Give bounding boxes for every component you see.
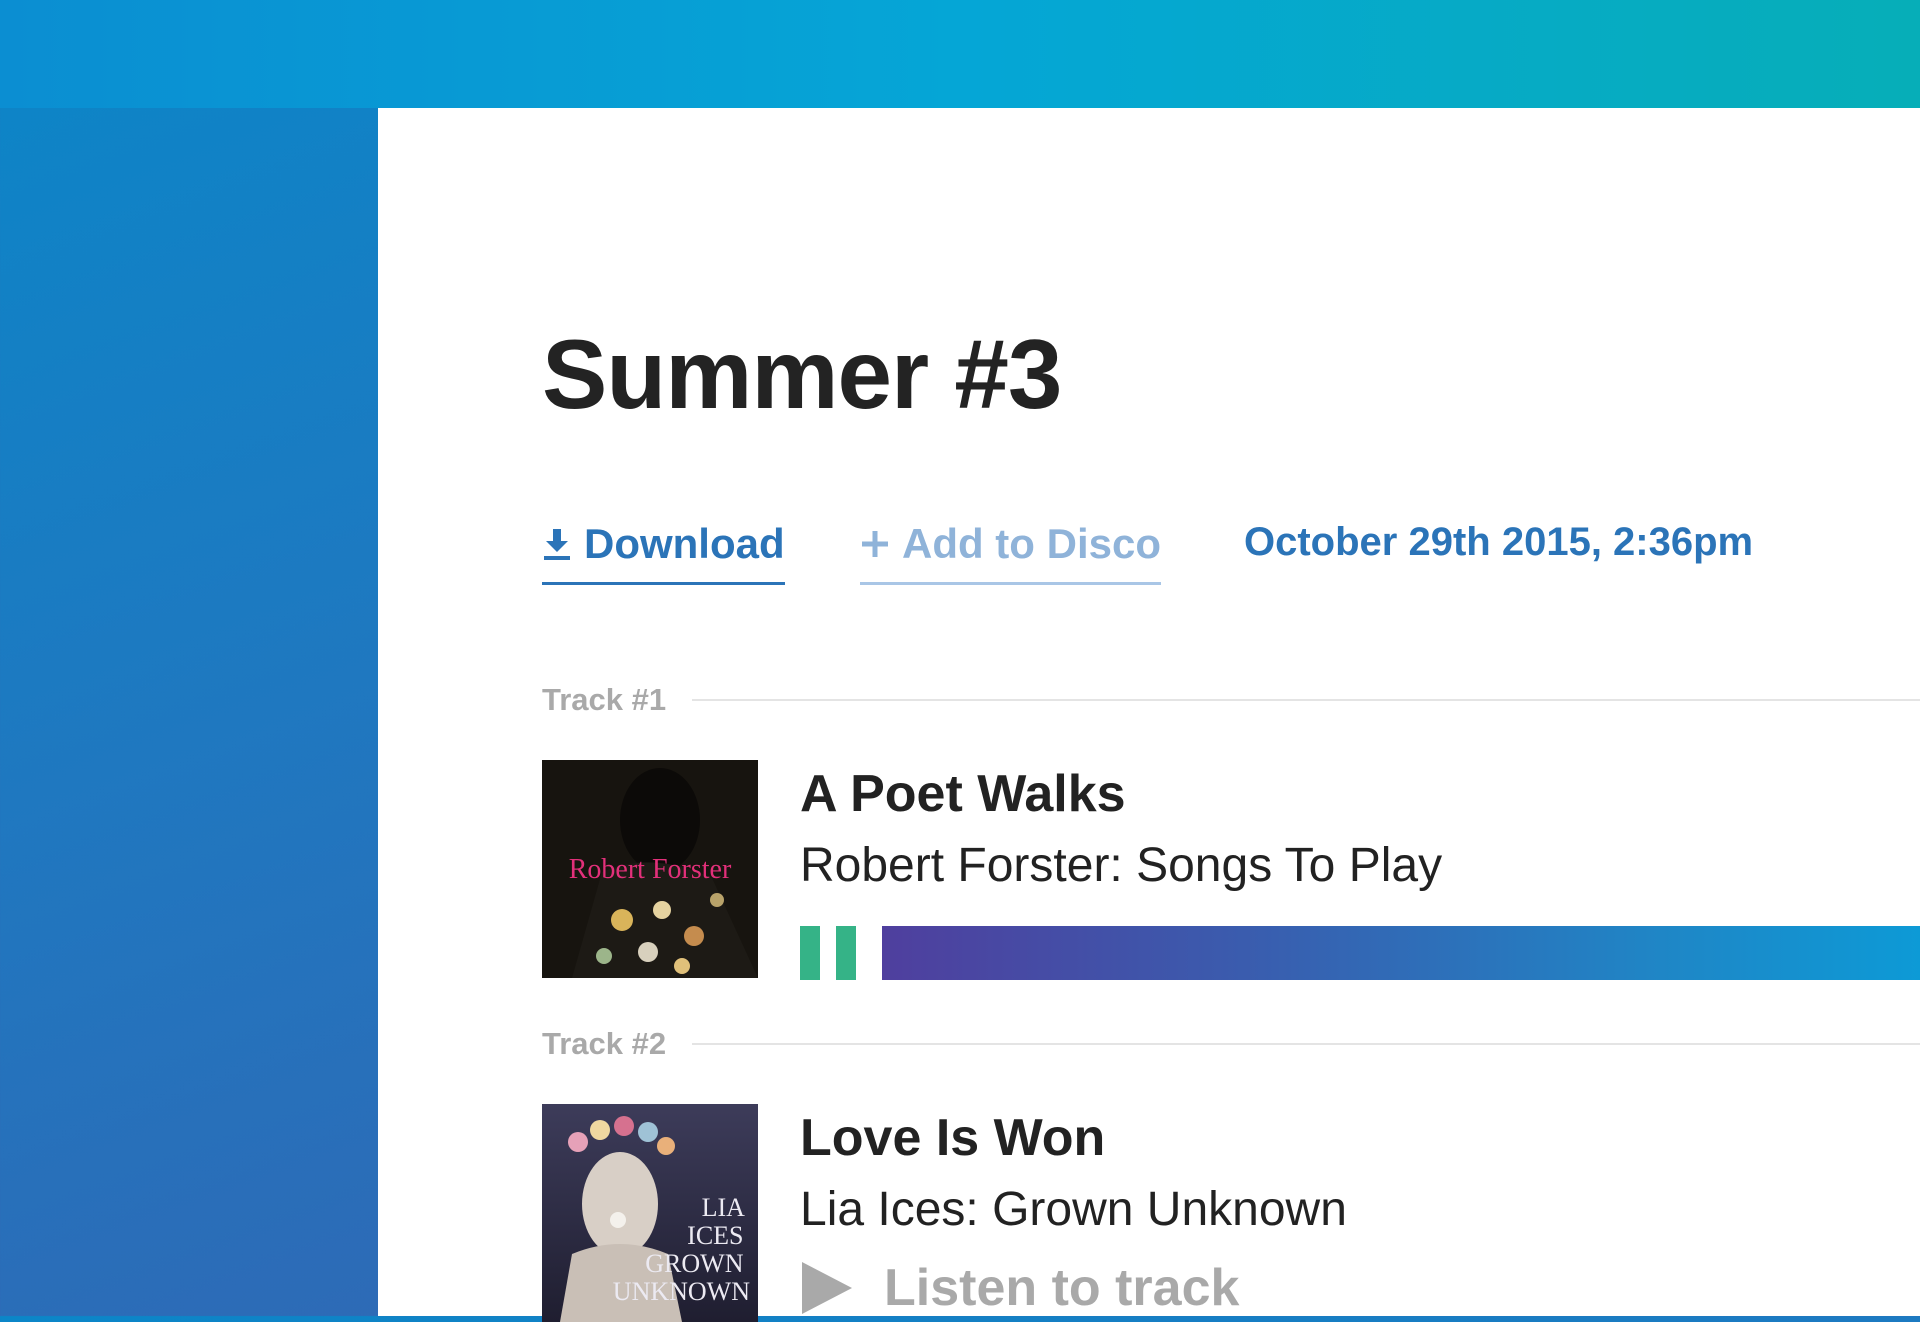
- playlist-date: October 29th 2015, 2:36pm: [1244, 520, 1754, 564]
- playlist-panel: Summer #3 Download Add to Disco October …: [378, 108, 1920, 1322]
- add-to-disco-label: Add to Disco: [902, 520, 1161, 567]
- album-cover: Robert Forster: [542, 760, 758, 978]
- track-title: A Poet Walks: [800, 765, 1126, 823]
- progress-fill: [882, 926, 1920, 980]
- track-artist-album: Robert Forster: Songs To Play: [800, 839, 1443, 892]
- play-icon: [800, 1260, 854, 1316]
- pause-icon: [800, 926, 820, 980]
- listen-label: Listen to track: [884, 1259, 1240, 1317]
- track-header: Track #2: [542, 1024, 1920, 1064]
- background-top-gradient: [0, 0, 1920, 108]
- add-to-disco-button[interactable]: Add to Disco: [860, 520, 1161, 585]
- album-cover-text: Robert Forster: [569, 854, 732, 885]
- plus-icon: [860, 529, 890, 559]
- download-icon: [542, 527, 572, 561]
- download-label: Download: [584, 520, 785, 567]
- track-divider: [692, 699, 1920, 701]
- download-button[interactable]: Download: [542, 520, 785, 585]
- album-cover: LIA ICES GROWN UNKNOWN: [542, 1104, 758, 1322]
- track-header: Track #1: [542, 680, 1920, 720]
- track-number-label: Track #2: [542, 1026, 667, 1061]
- track-number-label: Track #1: [542, 682, 667, 717]
- pause-button[interactable]: [800, 926, 856, 980]
- track-title: Love Is Won: [800, 1109, 1106, 1167]
- track-divider: [692, 1043, 1920, 1045]
- progress-bar[interactable]: [882, 926, 1920, 980]
- playlist-title: Summer #3: [542, 319, 1062, 429]
- track-artist-album: Lia Ices: Grown Unknown: [800, 1183, 1347, 1236]
- listen-button[interactable]: Listen to track: [800, 1258, 1239, 1318]
